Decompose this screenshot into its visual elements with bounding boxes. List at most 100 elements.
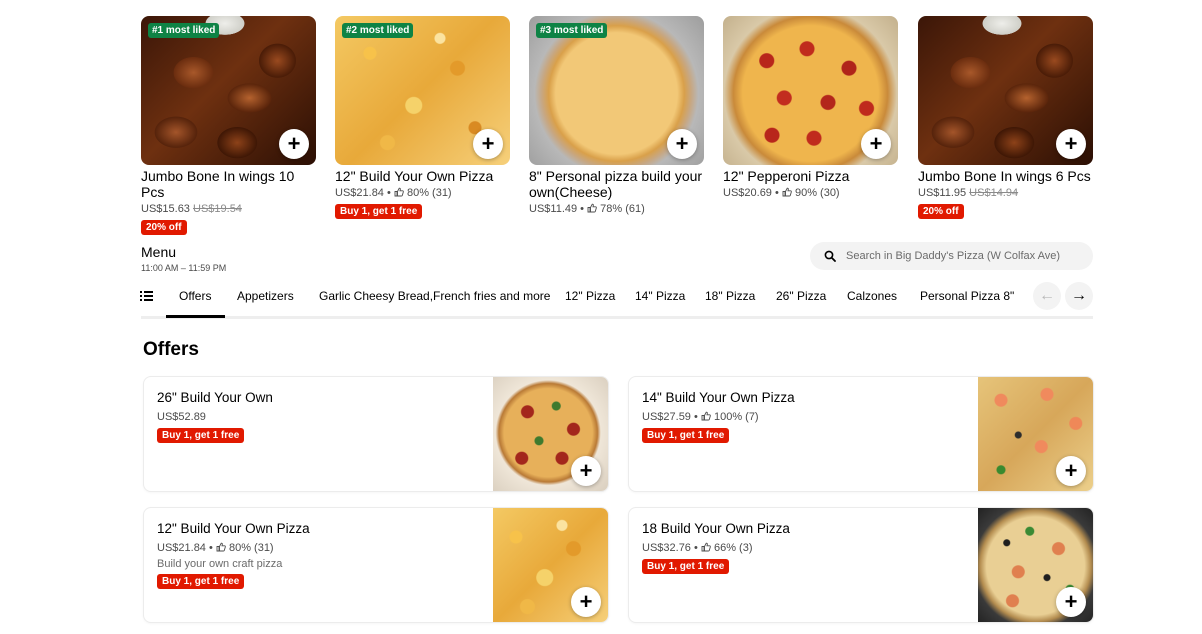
menu-title: Menu <box>141 244 177 260</box>
item-image[interactable]: #2 most liked + <box>335 16 510 165</box>
category-nav: Offers Appetizers Garlic Cheesy Bread,Fren… <box>140 282 1093 319</box>
offer-info: 18 Build Your Own Pizza US$32.76 • 66% (3… <box>642 521 972 574</box>
rating: 100% (7) <box>710 411 759 423</box>
thumbs-up-icon <box>216 542 226 552</box>
add-to-cart-button[interactable]: + <box>279 129 309 159</box>
promo-badge: Buy 1, get 1 free <box>157 574 245 589</box>
add-to-cart-button[interactable]: + <box>1056 456 1086 486</box>
thumbs-up-icon <box>701 542 711 552</box>
plus-icon: + <box>869 131 883 156</box>
item-title: 12" Build Your Own Pizza <box>335 168 494 184</box>
most-liked-badge: #1 most liked <box>148 23 220 38</box>
item-title: Jumbo Bone In wings 10 Pcs <box>141 168 295 200</box>
most-liked-badge: #2 most liked <box>342 23 414 38</box>
offer-title: 26" Build Your Own <box>157 390 273 405</box>
offer-card[interactable]: 26" Build Your Own US$52.89 Buy 1, get 1 f… <box>143 376 609 492</box>
plus-icon: + <box>481 131 495 156</box>
price: US$27.59 <box>642 411 691 423</box>
price-line: US$32.76 • 66% (3) <box>642 542 753 554</box>
add-to-cart-button[interactable]: + <box>473 129 503 159</box>
price-line: US$20.69 • 90% (30) <box>723 187 840 199</box>
offer-card[interactable]: 14" Build Your Own Pizza US$27.59 • 100% … <box>628 376 1094 492</box>
promo-badge: Buy 1, get 1 free <box>335 204 423 219</box>
promo-badge: Buy 1, get 1 free <box>157 428 245 443</box>
plus-icon: + <box>287 131 301 156</box>
price-line: US$11.95 US$14.94 <box>918 186 1093 200</box>
item-image[interactable]: #1 most liked + <box>141 16 316 165</box>
featured-item-card[interactable]: + Jumbo Bone In wings 6 Pcs US$11.95 US$14… <box>918 16 1093 219</box>
arrow-left-icon: ← <box>1039 287 1055 304</box>
original-price: US$19.54 <box>193 203 242 215</box>
item-image[interactable]: + <box>918 16 1093 165</box>
plus-icon: + <box>1064 458 1078 483</box>
offer-title: 18 Build Your Own Pizza <box>642 521 790 536</box>
rating: 66% (3) <box>710 542 753 554</box>
thumbs-up-icon <box>394 187 404 197</box>
tab-offers[interactable]: Offers <box>179 289 211 303</box>
featured-item-card[interactable]: #2 most liked +12" Build Your Own Pizza US… <box>335 16 510 219</box>
featured-item-card[interactable]: +12" Pepperoni Pizza US$20.69 • 90% (30) <box>723 16 898 200</box>
add-to-cart-button[interactable]: + <box>571 456 601 486</box>
price-line: US$27.59 • 100% (7) <box>642 411 759 423</box>
tab-underline-track <box>141 316 1093 319</box>
offer-info: 14" Build Your Own Pizza US$27.59 • 100% … <box>642 390 972 443</box>
tab-personal-pizza-8[interactable]: Personal Pizza 8" <box>920 289 1014 303</box>
add-to-cart-button[interactable]: + <box>1056 129 1086 159</box>
search-input[interactable] <box>846 250 1086 262</box>
thumbs-up-icon <box>587 203 597 213</box>
item-title: Jumbo Bone In wings 6 Pcs <box>918 168 1091 184</box>
original-price: US$14.94 <box>969 187 1019 199</box>
price: US$20.69 <box>723 187 772 199</box>
add-to-cart-button[interactable]: + <box>571 587 601 617</box>
price-line: US$21.84 • 80% (31) <box>157 542 274 554</box>
active-tab-indicator <box>166 315 225 318</box>
add-to-cart-button[interactable]: + <box>667 129 697 159</box>
tab-calzones[interactable]: Calzones <box>847 289 897 303</box>
featured-item-card[interactable]: #1 most liked + Jumbo Bone In wings 10 Pcs… <box>141 16 316 235</box>
plus-icon: + <box>1064 589 1078 614</box>
add-to-cart-button[interactable]: + <box>1056 587 1086 617</box>
offer-info: 26" Build Your Own US$52.89 Buy 1, get 1 f… <box>157 390 487 443</box>
offer-card[interactable]: 12" Build Your Own Pizza US$21.84 • 80% (… <box>143 507 609 623</box>
tab-14-pizza[interactable]: 14" Pizza <box>635 289 685 303</box>
price-line: US$52.89 <box>157 410 487 424</box>
item-title: 8" Personal pizza build your own(Cheese) <box>529 168 703 200</box>
price: US$15.63 <box>141 203 190 215</box>
thumbs-up-icon <box>701 411 711 421</box>
tab-appetizers[interactable]: Appetizers <box>237 289 294 303</box>
tab-12-pizza[interactable]: 12" Pizza <box>565 289 615 303</box>
arrow-right-icon: → <box>1071 287 1087 304</box>
offer-title: 14" Build Your Own Pizza <box>642 390 795 405</box>
rating: 90% (30) <box>791 187 840 199</box>
plus-icon: + <box>579 589 593 614</box>
item-image[interactable]: + <box>723 16 898 165</box>
price-line: US$21.84 • 80% (31) <box>335 187 452 199</box>
price-line: US$11.49 • 78% (61) <box>529 203 645 215</box>
featured-item-card[interactable]: #3 most liked +8" Personal pizza build yo… <box>529 16 704 216</box>
rating: 78% (61) <box>597 203 645 215</box>
price: US$11.95 <box>918 187 967 199</box>
offer-description: Build your own craft pizza <box>157 558 283 570</box>
plus-icon: + <box>579 458 593 483</box>
offer-card[interactable]: 18 Build Your Own Pizza US$32.76 • 66% (3… <box>628 507 1094 623</box>
price-line: US$15.63 US$19.54 <box>141 202 316 216</box>
thumbs-up-icon <box>782 187 792 197</box>
search-bar[interactable] <box>810 242 1093 270</box>
scroll-left-button[interactable]: ← <box>1033 282 1061 310</box>
tab-26-pizza[interactable]: 26" Pizza <box>776 289 826 303</box>
tab-18-pizza[interactable]: 18" Pizza <box>705 289 755 303</box>
search-icon <box>824 250 836 262</box>
list-icon[interactable] <box>140 291 154 302</box>
price: US$32.76 <box>642 542 691 554</box>
price: US$52.89 <box>157 411 206 423</box>
item-image[interactable]: #3 most liked + <box>529 16 704 165</box>
promo-badge: 20% off <box>918 204 964 219</box>
tab-garlic-cheesy-bread-french-fries-and-more[interactable]: Garlic Cheesy Bread,French fries and mor… <box>319 289 550 303</box>
promo-badge: Buy 1, get 1 free <box>642 559 730 574</box>
rating: 80% (31) <box>225 542 274 554</box>
scroll-right-button[interactable]: → <box>1065 282 1093 310</box>
add-to-cart-button[interactable]: + <box>861 129 891 159</box>
plus-icon: + <box>675 131 689 156</box>
most-liked-badge: #3 most liked <box>536 23 608 38</box>
offer-title: 12" Build Your Own Pizza <box>157 521 310 536</box>
